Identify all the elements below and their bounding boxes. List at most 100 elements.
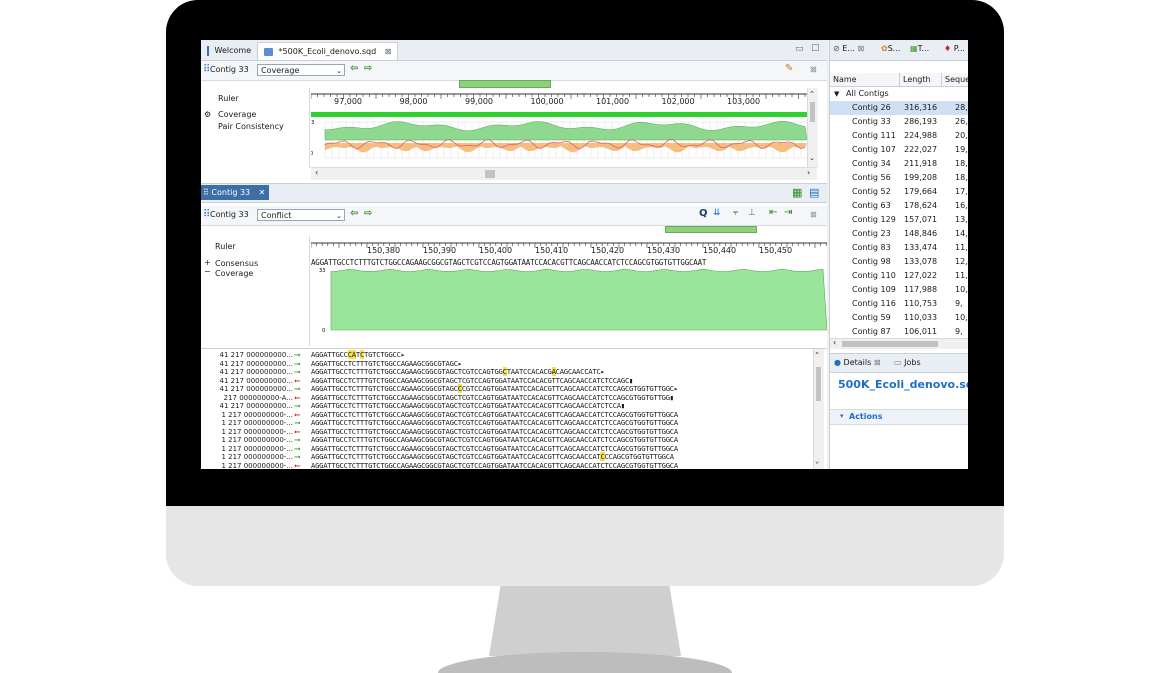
table-row[interactable]: Contig 23 148,846 14, <box>830 227 968 241</box>
details-file-title: 500K_Ecoli_denovo.sqd <box>838 378 968 391</box>
table-row[interactable]: Contig 33 286,193 26, <box>830 115 968 129</box>
bottom-view-mode-value: Conflict <box>261 211 292 220</box>
contig-sequences: 28, <box>955 103 968 112</box>
table-row[interactable]: Contig 56 199,208 18, <box>830 171 968 185</box>
table-row[interactable]: Contig 87 106,011 9, <box>830 325 968 339</box>
column-sequences[interactable]: Seque <box>942 73 968 86</box>
column-length[interactable]: Length <box>900 73 942 86</box>
scroll-right-icon[interactable]: › <box>807 168 810 177</box>
overview-slider[interactable] <box>459 80 551 88</box>
tab-contig-33[interactable]: ⠿ Contig 33 ✕ <box>201 185 269 200</box>
scroll-up-icon[interactable]: ⌃ <box>815 351 819 360</box>
tab-explorer[interactable]: ⊘ E... ⊠ <box>833 44 864 53</box>
reads-vertical-scrollbar[interactable]: ⌃ ⌄ <box>813 349 824 469</box>
track-label-ruler: Ruler <box>215 242 236 251</box>
trim-icon[interactable]: ⊥ <box>748 208 756 218</box>
contig-length: 133,474 <box>904 243 938 252</box>
table-row[interactable]: Contig 83 133,474 11, <box>830 241 968 255</box>
filter-icon[interactable]: ⫧ <box>733 208 738 218</box>
table-row[interactable]: Contig 52 179,664 17, <box>830 185 968 199</box>
reads-panel[interactable]: 41 217 000000000... ⟶ AGGATTGCCCATCTGTCTGG… <box>201 348 827 469</box>
minimize-icon[interactable]: ▭ <box>795 44 804 54</box>
scroll-thumb[interactable] <box>816 367 821 401</box>
table-row[interactable]: Contig 129 157,071 13, <box>830 213 968 227</box>
track-label-coverage: Coverage <box>215 269 254 278</box>
column-name[interactable]: Name <box>830 73 900 86</box>
chevron-down-icon[interactable]: ▾ <box>840 412 844 420</box>
contig-sequences: 11, <box>955 271 968 280</box>
tab-details[interactable]: ● Details ⊠ <box>834 358 881 367</box>
table-row[interactable]: Contig 26 316,316 28, <box>830 101 968 115</box>
jump-start-icon[interactable]: ⇤ <box>769 207 777 218</box>
track-label-ruler: Ruler <box>218 94 239 103</box>
contig-sequences: 18, <box>955 159 968 168</box>
scroll-up-icon[interactable]: ⌃ <box>809 90 815 98</box>
ruler-tick-label: 150,440 <box>703 246 737 255</box>
next-arrow-icon[interactable]: ⇨ <box>364 208 372 219</box>
tab-jobs[interactable]: ▭ Jobs <box>894 358 921 367</box>
blocks-icon: ▦ <box>910 44 918 53</box>
top-horizontal-scrollbar[interactable]: ‹ › <box>311 167 817 180</box>
contig-length: 211,918 <box>904 159 938 168</box>
group-row[interactable]: ▼ All Contigs <box>830 87 968 101</box>
chevron-down-icon[interactable]: ▼ <box>834 87 839 101</box>
actions-section[interactable]: ▾ Actions <box>830 409 968 425</box>
table-row[interactable]: Contig 63 178,624 16, <box>830 199 968 213</box>
table-row[interactable]: Contig 107 222,027 19, <box>830 143 968 157</box>
hscroll-thumb[interactable] <box>485 170 495 178</box>
close-view-icon[interactable]: ⊠ <box>810 65 817 74</box>
close-icon[interactable]: ⊠ <box>385 47 392 56</box>
list-item[interactable]: 1 217 000000000-... ⟵ AGGATTGCCTCTTTGTCTGG… <box>201 460 821 469</box>
sort-icon[interactable]: ⇊ <box>713 208 721 218</box>
table-row[interactable]: Contig 109 117,988 10, <box>830 283 968 297</box>
contig-length: 178,624 <box>904 201 938 210</box>
table-row[interactable]: Contig 116 110,753 9, <box>830 297 968 311</box>
scroll-left-icon[interactable]: ‹ <box>315 168 318 177</box>
contig-name: Contig 129 <box>852 215 896 224</box>
read-label: 41 217 000000000... <box>219 359 293 368</box>
bottom-view-mode-select[interactable]: Conflict ⌄ <box>257 209 345 221</box>
top-view-mode-select[interactable]: Coverage ⌄ <box>257 64 345 76</box>
tab-p[interactable]: ♦ P... <box>944 44 965 53</box>
list-item[interactable]: 41 217 000000000... ⟶ AGGATTGCCCATCTGTCTGG… <box>201 350 821 360</box>
collapse-icon[interactable]: − <box>204 267 211 276</box>
tab-welcome[interactable]: Welcome <box>201 42 257 59</box>
maximize-icon[interactable]: □ <box>811 43 820 53</box>
tab-s[interactable]: ✿S... <box>881 44 900 53</box>
table-row[interactable]: Contig 98 133,078 12, <box>830 255 968 269</box>
previous-arrow-icon[interactable]: ⇦ <box>350 208 358 219</box>
table-row[interactable]: Contig 110 127,022 11, <box>830 269 968 283</box>
close-icon[interactable]: ✕ <box>259 188 266 197</box>
previous-arrow-icon[interactable]: ⇦ <box>350 63 358 74</box>
jump-end-icon[interactable]: ⇥ <box>784 207 792 218</box>
table-view-icon[interactable]: ▤ <box>809 186 819 199</box>
overview-slider[interactable] <box>665 226 757 233</box>
next-arrow-icon[interactable]: ⇨ <box>364 63 372 74</box>
search-icon[interactable]: Q <box>699 208 708 219</box>
ruler-tick-label: 150,450 <box>759 246 793 255</box>
ruler-tick-label: 150,380 <box>367 246 401 255</box>
tab-t[interactable]: ▦T... <box>910 44 929 53</box>
gear-icon[interactable]: ⚙ <box>204 110 211 119</box>
grid-view-icon[interactable]: ▦ <box>792 186 802 199</box>
close-icon[interactable]: ⊠ <box>874 358 881 367</box>
close-view-icon[interactable]: ⊠ <box>810 210 817 219</box>
scroll-left-icon[interactable]: ‹ <box>833 338 836 347</box>
reverse-arrow-icon: ⟵ <box>295 460 300 469</box>
table-row[interactable]: Contig 111 224,988 20, <box>830 129 968 143</box>
table-row[interactable]: Contig 59 110,033 10, <box>830 311 968 325</box>
close-icon[interactable]: ⊠ <box>857 44 864 53</box>
scroll-down-icon[interactable]: ⌄ <box>809 154 815 162</box>
scroll-down-icon[interactable]: ⌄ <box>815 457 819 466</box>
bottom-track-area[interactable]: 33 0 150,380 150,390 150,400 150,410 150,420… <box>310 236 828 346</box>
top-track-area[interactable]: 33 0 97,000 98,000 99,000 100,000 101,000 102… <box>308 88 808 168</box>
top-vertical-scrollbar[interactable]: ⌃ ⌄ <box>807 88 818 168</box>
tab-document[interactable]: *500K_Ecoli_denovo.sqd ⊠ <box>257 42 399 60</box>
table-horizontal-scrollbar[interactable]: ‹ <box>830 338 968 349</box>
paint-icon[interactable]: ✎ <box>785 63 793 74</box>
read-label: 1 217 000000000-... <box>221 427 293 436</box>
scroll-thumb[interactable] <box>810 102 815 122</box>
expand-icon[interactable]: + <box>204 258 211 267</box>
hscroll-thumb[interactable] <box>842 341 938 347</box>
table-row[interactable]: Contig 34 211,918 18, <box>830 157 968 171</box>
